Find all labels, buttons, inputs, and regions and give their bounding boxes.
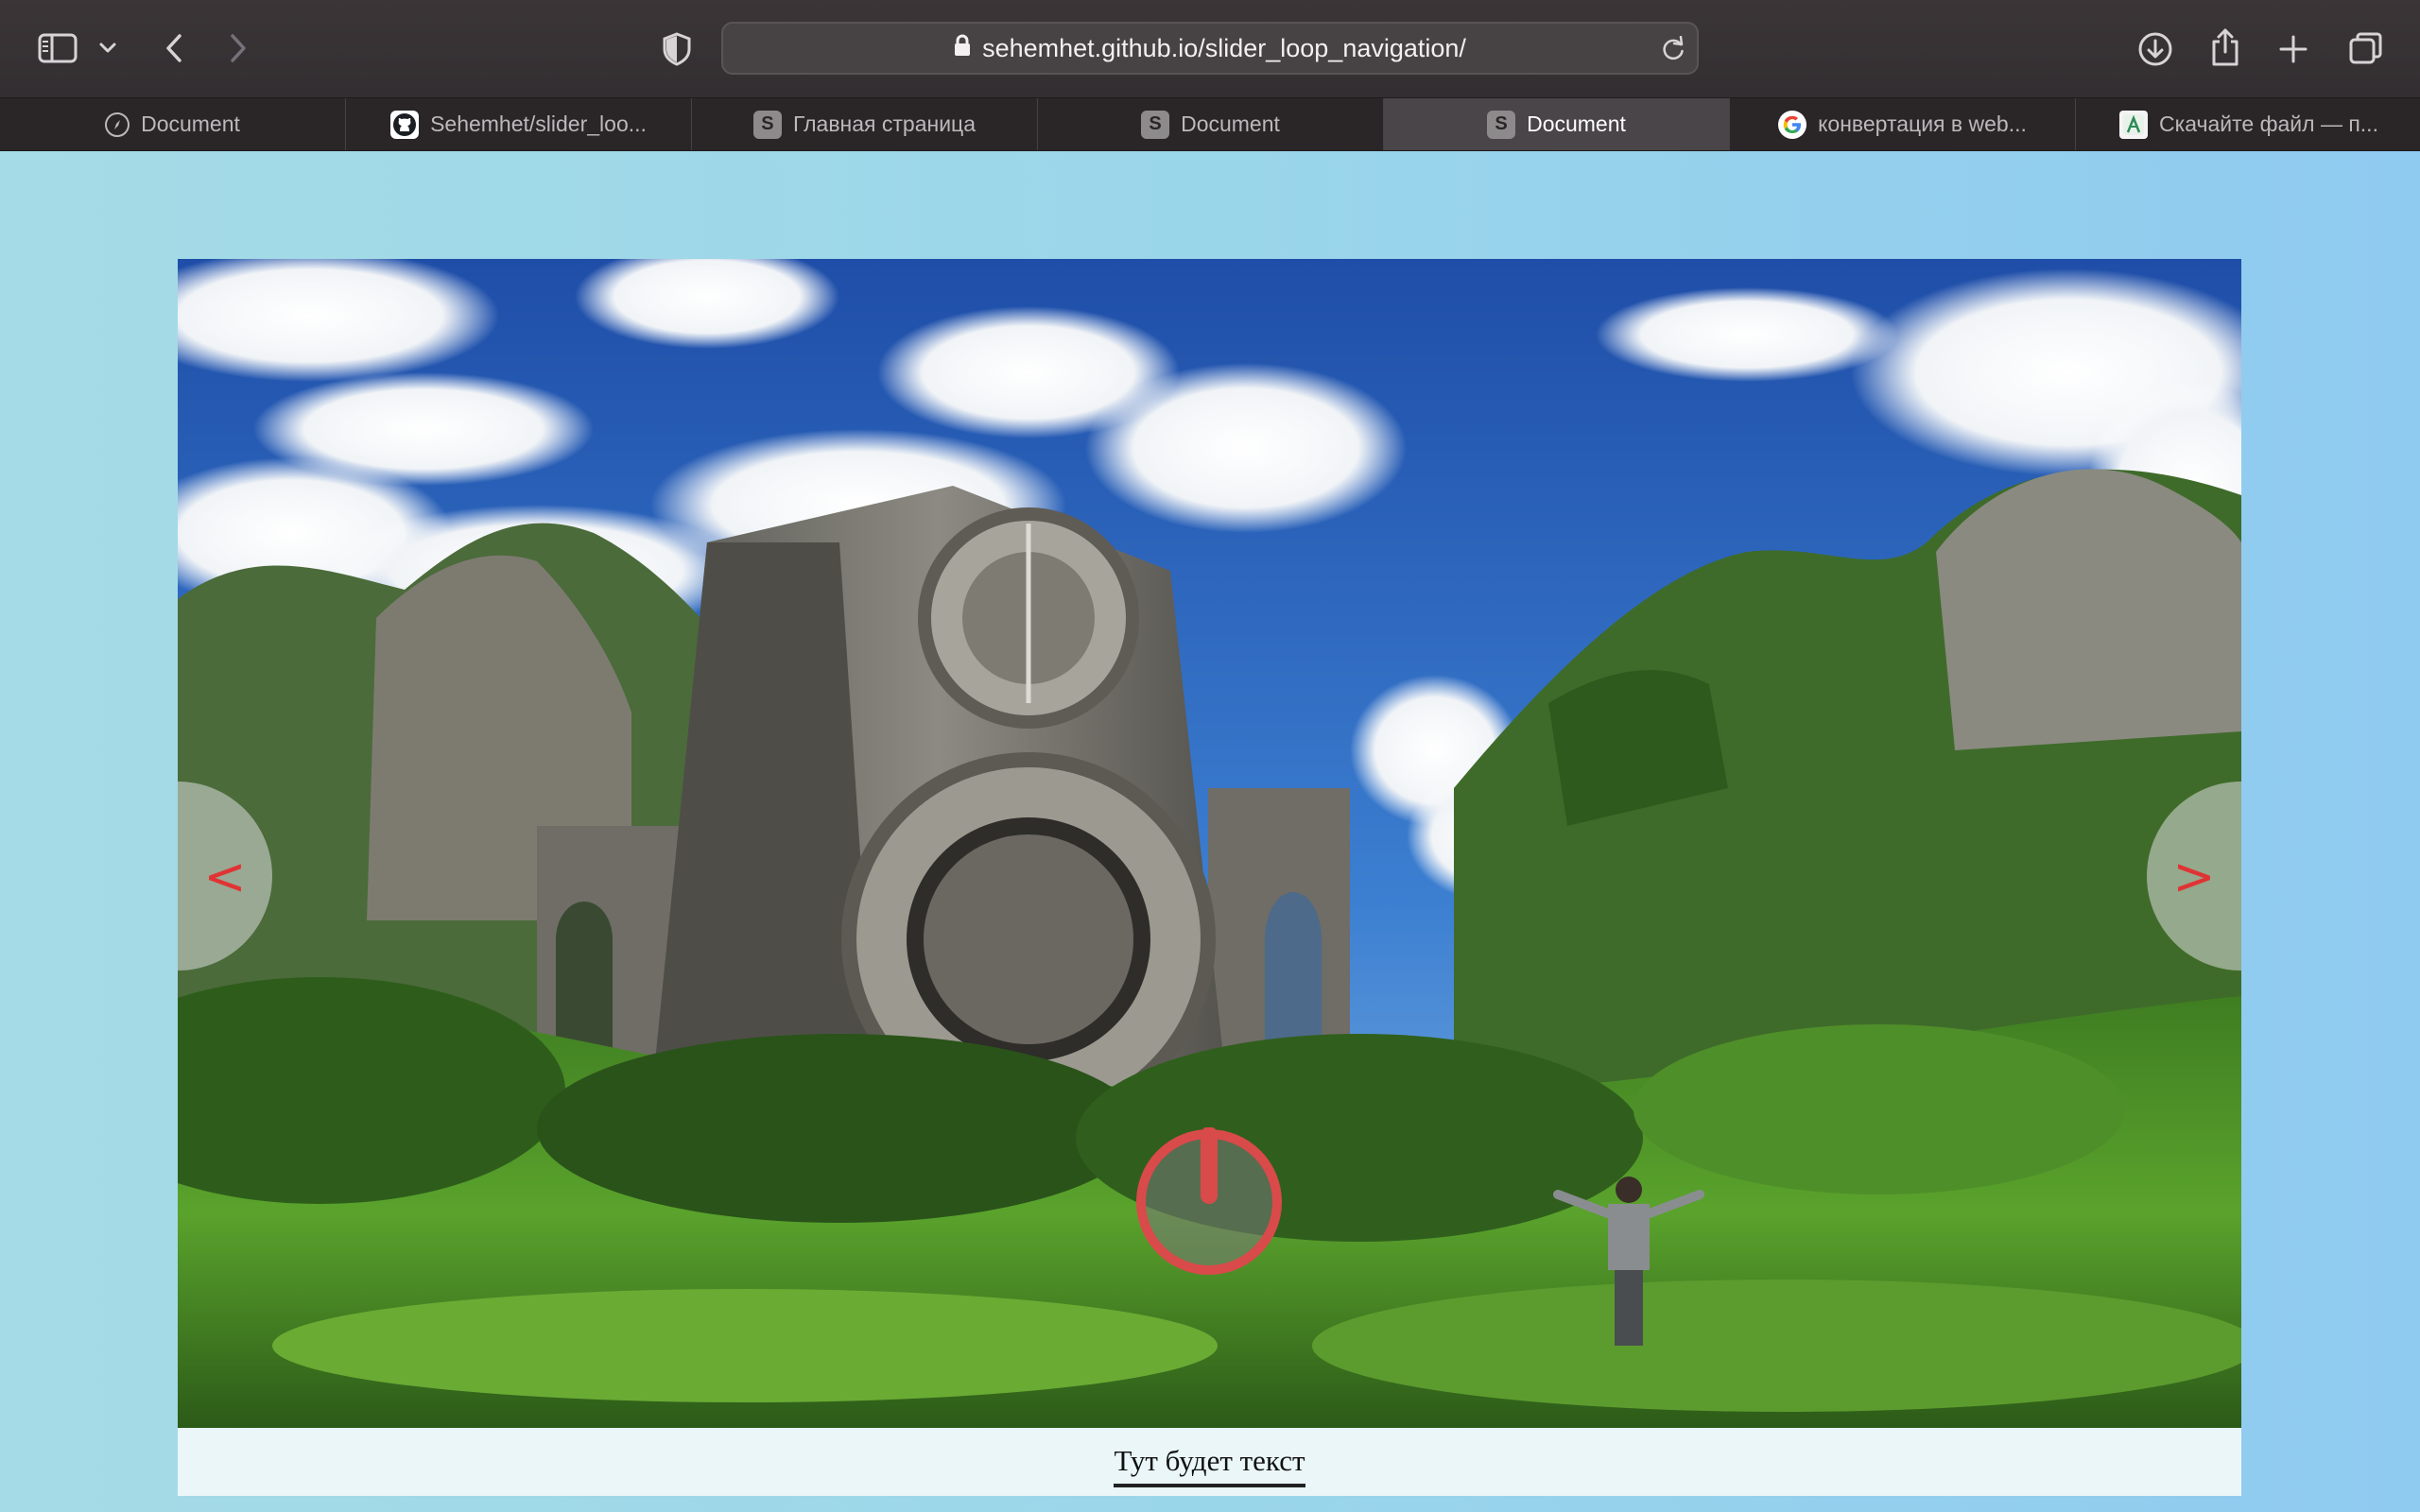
tab-document-2[interactable]: S Document (1038, 98, 1384, 150)
new-tab-icon[interactable] (2274, 30, 2312, 68)
tab-label: Document (141, 112, 240, 136)
browser-toolbar: sehemhet.github.io/slider_loop_navigatio… (0, 0, 2420, 97)
tab-download-file[interactable]: Скачайте файл — п... (2076, 98, 2420, 150)
s-icon: S (1141, 110, 1170, 139)
back-icon[interactable] (157, 28, 191, 68)
power-button[interactable] (1134, 1126, 1284, 1277)
power-icon (1136, 1126, 1282, 1275)
tab-document-1[interactable]: Document (0, 98, 346, 150)
address-bar[interactable]: sehemhet.github.io/slider_loop_navigatio… (721, 22, 1699, 75)
sidebar-toggle-icon[interactable] (36, 30, 79, 66)
tab-overview-icon[interactable] (2346, 28, 2386, 68)
tab-label: Document (1181, 112, 1280, 136)
chevron-down-icon[interactable] (95, 36, 121, 60)
s-icon: S (1487, 110, 1516, 139)
download-icon[interactable] (2135, 28, 2176, 70)
privacy-shield-icon[interactable] (658, 30, 696, 68)
tab-main-page[interactable]: S Главная страница (692, 98, 1038, 150)
caption-text: Тут будет текст (1114, 1444, 1305, 1487)
tab-document-active[interactable]: S Document (1384, 98, 1730, 150)
tab-label: Скачайте файл — п... (2159, 112, 2378, 136)
file-icon (2119, 110, 2149, 139)
web-page: < > Тут будет текст (0, 151, 2420, 1512)
reload-icon[interactable] (1661, 35, 1685, 67)
github-icon (390, 110, 420, 139)
lock-icon (954, 34, 971, 63)
google-icon (1778, 110, 1807, 139)
tab-label: конвертация в web... (1818, 112, 2027, 136)
compass-icon (105, 112, 130, 137)
tab-label: Главная страница (792, 112, 977, 136)
share-icon[interactable] (2206, 25, 2244, 70)
next-arrow: > (2172, 846, 2216, 906)
tab-label: Document (1527, 112, 1626, 136)
url-text: sehemhet.github.io/slider_loop_navigatio… (982, 33, 1466, 62)
image-slider: < > (178, 259, 2241, 1428)
slide-caption: Тут будет текст (178, 1428, 2241, 1496)
prev-arrow: < (203, 846, 247, 906)
forward-icon[interactable] (221, 28, 255, 68)
tab-google[interactable]: конвертация в web... (1730, 98, 2076, 150)
s-icon: S (752, 110, 782, 139)
tab-github[interactable]: Sehemhet/slider_loo... (346, 98, 692, 150)
tab-label: Sehemhet/slider_loo... (430, 112, 647, 136)
tab-bar: Document Sehemhet/slider_loo... S Главна… (0, 97, 2420, 151)
